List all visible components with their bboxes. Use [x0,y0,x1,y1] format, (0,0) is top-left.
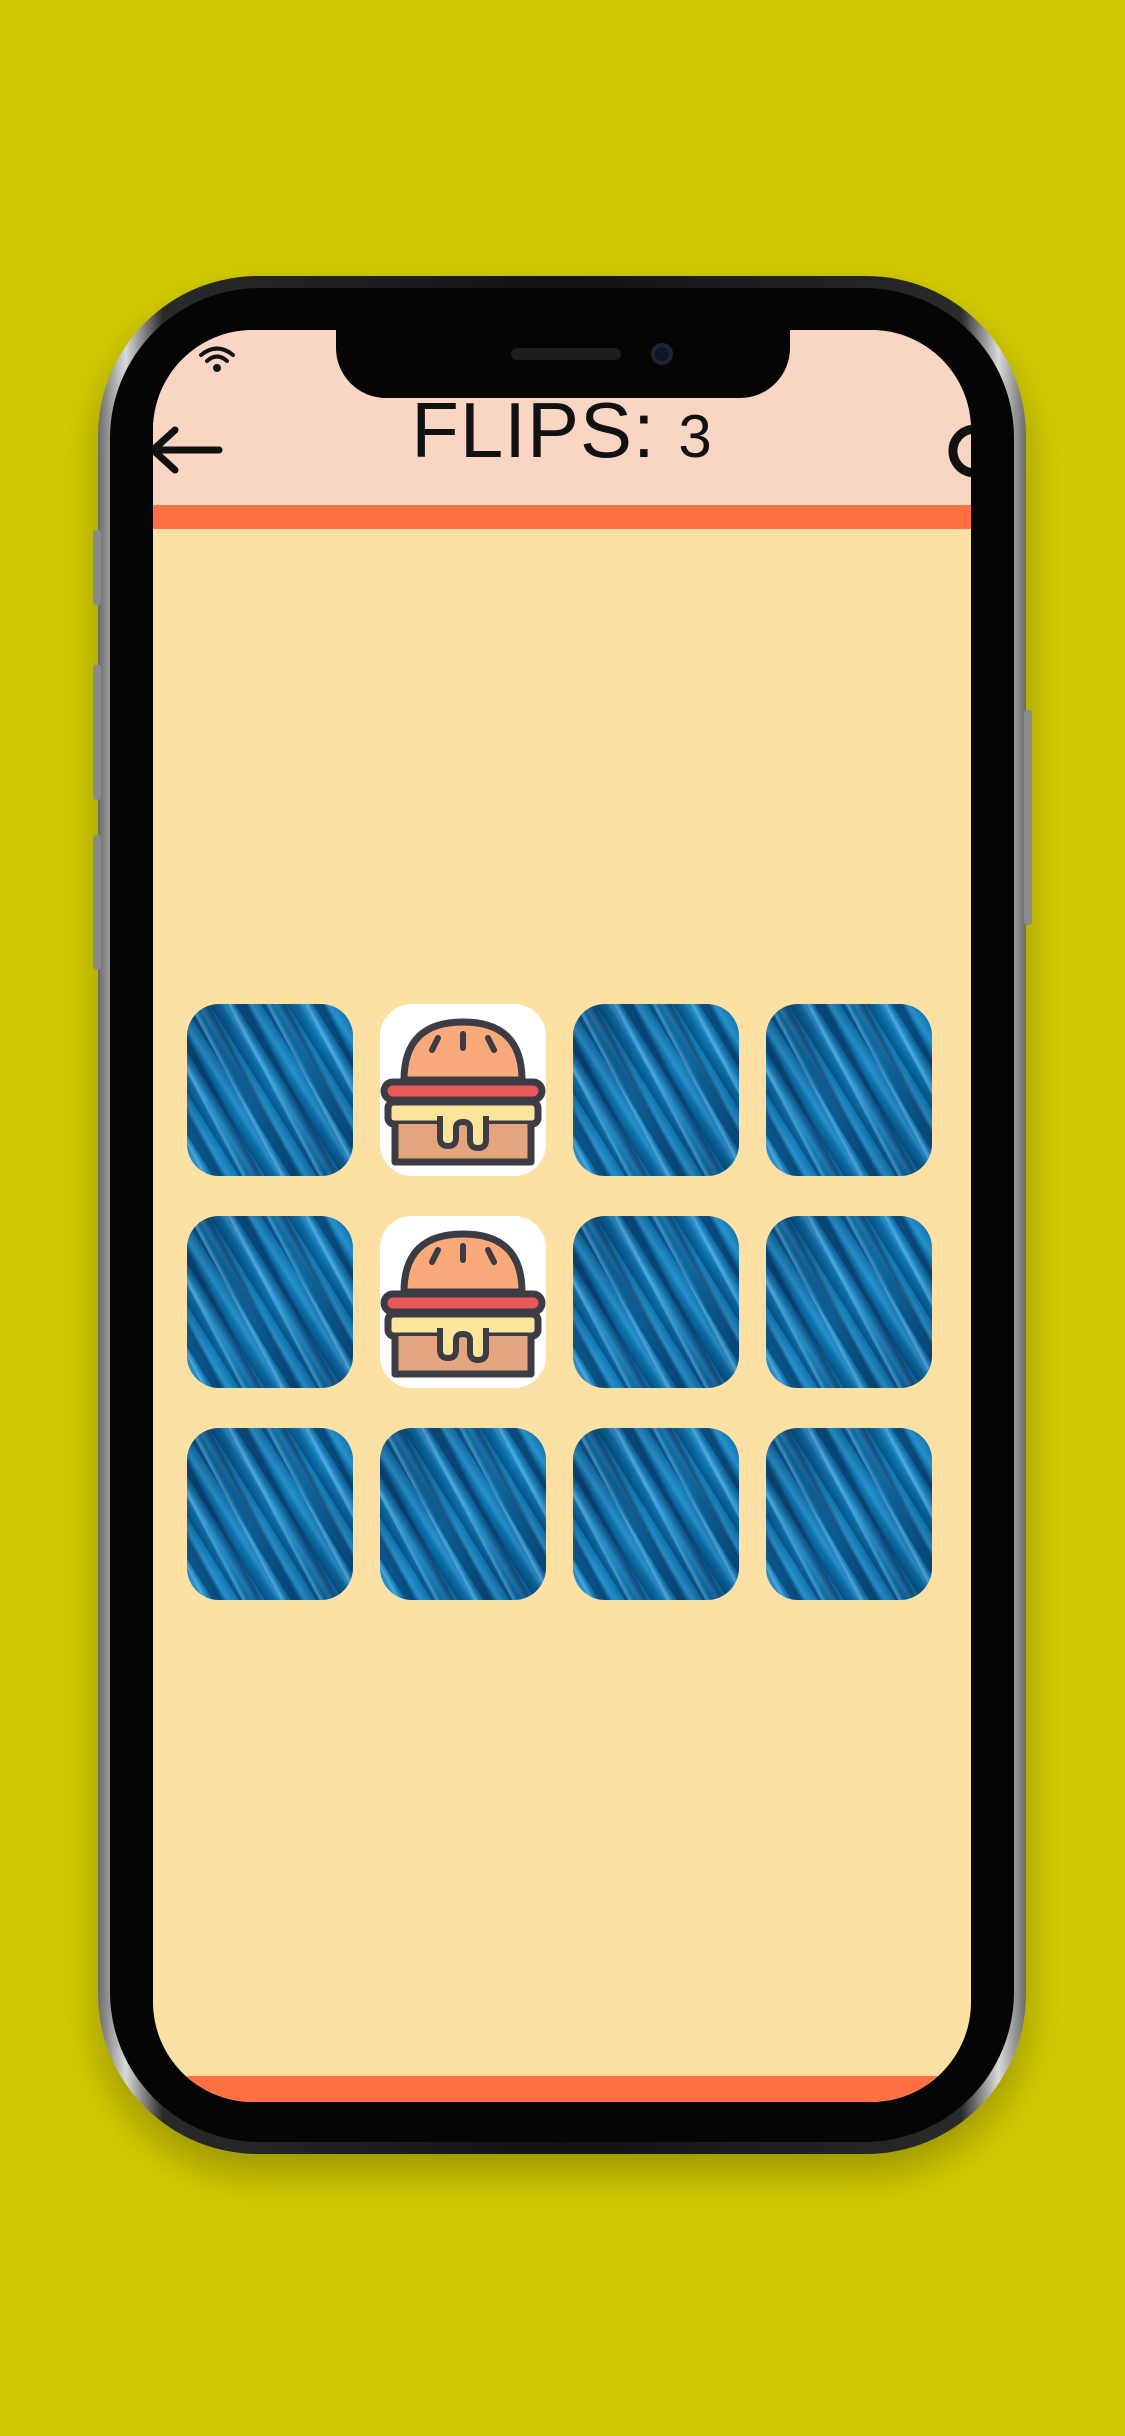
flips-label: FLIPS: [411,386,656,474]
card-hidden[interactable] [766,1004,932,1176]
card-hidden[interactable] [766,1428,932,1600]
card-hidden[interactable] [573,1004,739,1176]
top-bar: FLIPS: 3 [153,330,971,505]
restart-icon[interactable] [941,420,971,480]
notch [336,330,790,398]
volume-down-button [93,835,101,970]
card-hidden[interactable] [573,1216,739,1388]
silent-switch [93,530,101,605]
card-hidden[interactable] [187,1428,353,1600]
speaker-grille [511,348,621,360]
wifi-icon [199,346,235,372]
card-grid [187,1004,932,1600]
app-screen: FLIPS: 3 [153,330,971,2102]
flips-counter: FLIPS: 3 [153,385,971,476]
card-revealed-burger[interactable] [380,1216,546,1388]
header-divider [153,505,971,529]
flips-count: 3 [678,403,713,470]
card-hidden[interactable] [187,1216,353,1388]
card-revealed-burger[interactable] [380,1004,546,1176]
burger-icon [380,1230,546,1378]
card-hidden[interactable] [380,1428,546,1600]
volume-up-button [93,665,101,800]
card-hidden[interactable] [573,1428,739,1600]
card-hidden[interactable] [187,1004,353,1176]
card-hidden[interactable] [766,1216,932,1388]
burger-icon [380,1018,546,1166]
front-camera [651,343,673,365]
footer-divider [153,2076,971,2102]
power-button [1024,710,1032,925]
